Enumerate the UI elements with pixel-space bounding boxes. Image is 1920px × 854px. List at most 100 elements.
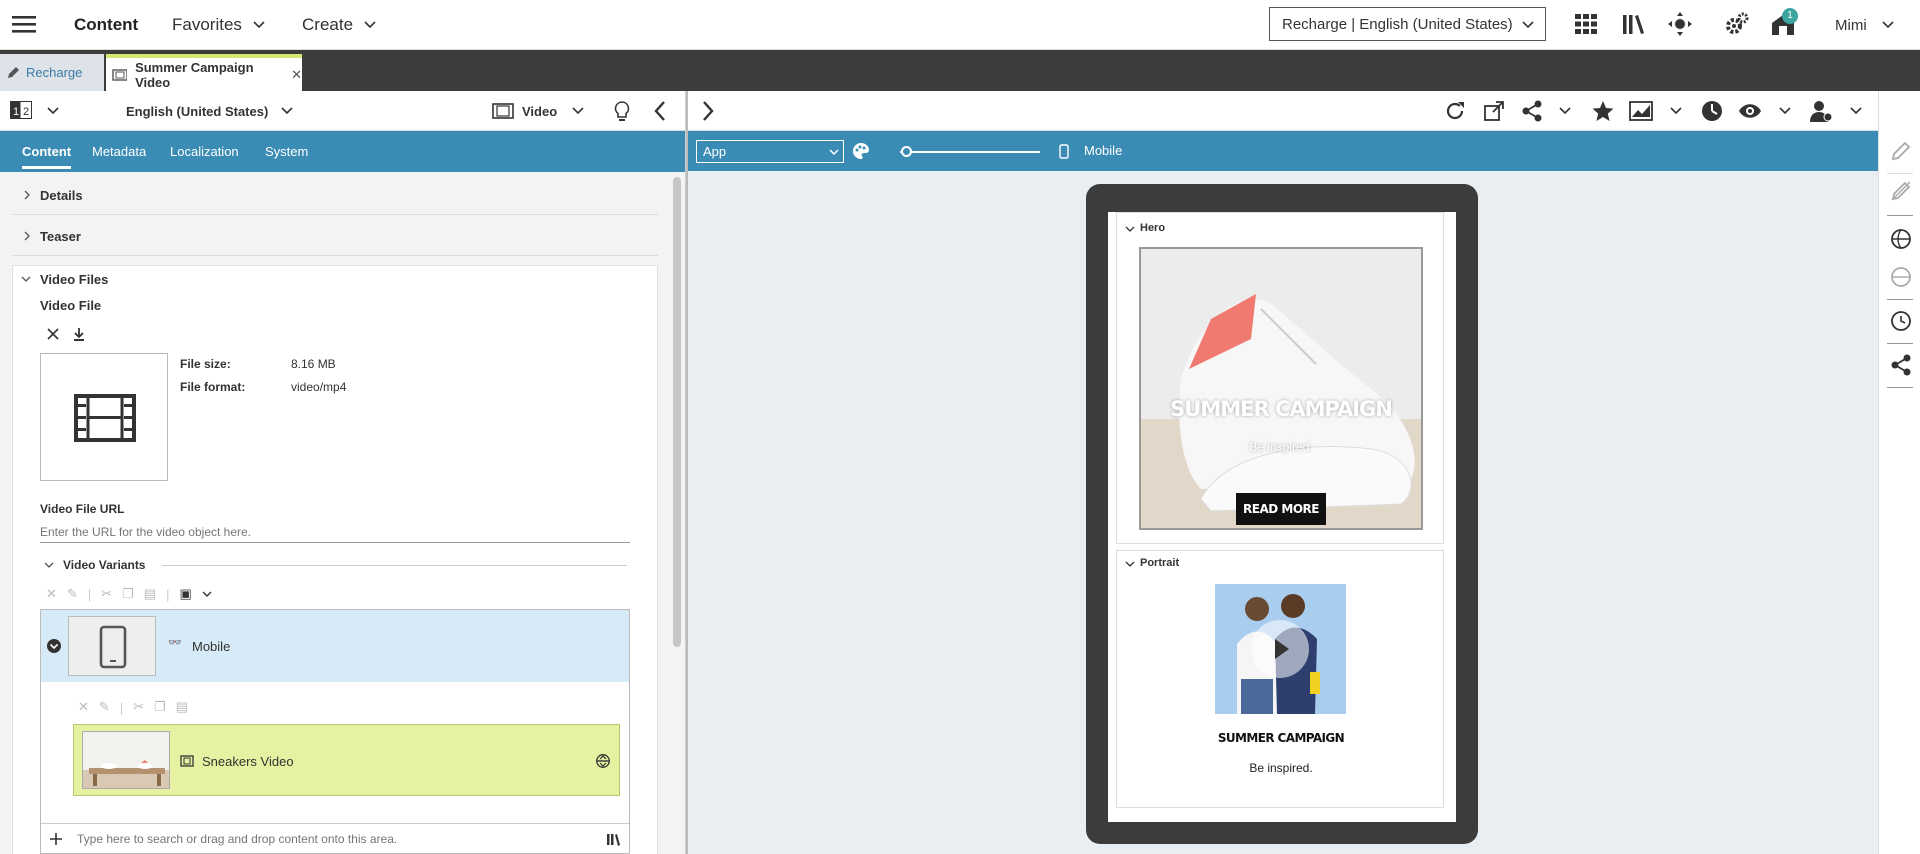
cut-icon[interactable]: ✂ (101, 586, 112, 602)
chevron-down-icon[interactable] (1558, 104, 1572, 118)
expand-circle-icon[interactable] (596, 754, 610, 768)
publish-globe-icon[interactable] (1889, 227, 1913, 251)
edit-icon[interactable]: ✎ (67, 586, 78, 602)
hamburger-menu-icon[interactable] (12, 14, 36, 34)
user-menu[interactable]: Mimi (1835, 0, 1895, 50)
add-icon[interactable] (49, 832, 63, 846)
remove-file-icon[interactable] (46, 327, 60, 341)
target-move-icon[interactable] (1668, 12, 1692, 36)
chevron-right-icon[interactable] (22, 231, 32, 241)
read-more-button[interactable]: READ MORE (1236, 493, 1326, 525)
edit-icon[interactable]: ✎ (99, 699, 110, 715)
doc-type-selector[interactable]: Video (492, 91, 585, 131)
time-clock-icon[interactable] (1701, 100, 1723, 122)
panel-splitter[interactable] (686, 91, 688, 854)
chevron-down-icon (1522, 21, 1534, 29)
lightbulb-icon[interactable] (612, 100, 632, 122)
locale-selector[interactable]: English (United States) (126, 91, 294, 131)
palette-icon[interactable] (852, 142, 870, 160)
chevron-down-icon[interactable] (202, 589, 212, 599)
play-button[interactable] (1251, 620, 1309, 678)
share-icon[interactable] (1889, 353, 1913, 377)
sneakers-image (83, 732, 169, 788)
chevron-down-icon[interactable] (1669, 104, 1683, 118)
copy-icon[interactable]: ❐ (122, 586, 134, 602)
download-icon[interactable] (72, 327, 86, 341)
favorites-menu[interactable]: Favorites (172, 0, 266, 50)
favorite-star-icon[interactable] (1592, 100, 1614, 122)
tab-localization[interactable]: Localization (170, 131, 239, 172)
section-details[interactable]: Details (40, 188, 83, 203)
preview-eye-icon[interactable] (1738, 102, 1762, 120)
preview-type-select[interactable]: App (696, 140, 844, 163)
portrait-subtitle: Be inspired. (1249, 761, 1313, 775)
copy-icon[interactable]: ❐ (154, 699, 166, 715)
zoom-slider-track[interactable] (900, 151, 1040, 153)
tab-metadata[interactable]: Metadata (92, 131, 146, 172)
share-icon[interactable] (1521, 100, 1543, 122)
delete-icon[interactable]: ✕ (78, 699, 89, 715)
delete-icon[interactable]: ✕ (46, 586, 57, 602)
chevron-down-icon[interactable] (1778, 104, 1792, 118)
chevron-down-icon[interactable] (21, 274, 31, 284)
site-selector-label: Recharge | English (United States) (1282, 15, 1513, 33)
section-video-files[interactable]: Video Files (40, 272, 108, 287)
open-external-icon[interactable] (1483, 100, 1505, 122)
library-icon[interactable] (1622, 12, 1646, 36)
mobile-thumbnail (68, 616, 156, 676)
cut-icon[interactable]: ✂ (133, 699, 144, 715)
approve-edit-icon[interactable] (1889, 139, 1913, 163)
expand-right-icon[interactable] (700, 100, 716, 122)
hero-image[interactable]: SUMMER CAMPAIGN Be inspired. READ MORE (1139, 247, 1423, 530)
close-tab-icon[interactable]: ✕ (291, 67, 302, 83)
video-url-input[interactable] (40, 521, 630, 543)
section-teaser[interactable]: Teaser (40, 229, 81, 244)
reload-icon[interactable] (1444, 100, 1466, 122)
form-scrollbar-track[interactable] (671, 173, 683, 854)
tab-summer-campaign-video[interactable]: Summer Campaign Video ✕ (106, 54, 302, 91)
form-scrollbar-thumb[interactable] (673, 177, 681, 647)
portrait-label: Portrait (1140, 557, 1180, 569)
variant-row-mobile[interactable]: 👓 Mobile (41, 610, 629, 682)
chevron-down-icon[interactable] (44, 560, 54, 570)
tab-content[interactable]: Content (22, 131, 72, 169)
library-icon[interactable] (606, 832, 620, 846)
chevron-down-icon[interactable] (46, 104, 60, 118)
portrait-title: SUMMER CAMPAIGN (1217, 731, 1345, 745)
publish-schedule-icon[interactable] (1889, 309, 1913, 333)
paste-special-icon[interactable]: ▣ (179, 586, 191, 602)
video-file-thumbnail[interactable] (40, 353, 168, 481)
divider (12, 255, 658, 256)
paste-icon[interactable]: ▤ (144, 586, 156, 602)
separator: | (87, 586, 92, 602)
drop-search-input[interactable] (77, 828, 577, 850)
analytics-chart-icon[interactable] (1629, 100, 1653, 122)
video-file-icon (112, 68, 128, 81)
collapse-circle-icon[interactable] (47, 639, 61, 653)
tab-recharge[interactable]: Recharge (0, 54, 104, 91)
apps-grid-icon[interactable] (1574, 12, 1598, 36)
unpublish-globe-icon[interactable] (1889, 265, 1913, 289)
split-view-icon[interactable]: 12 (10, 101, 32, 119)
section-video-variants[interactable]: Video Variants (63, 558, 145, 572)
chevron-down-icon (572, 107, 584, 115)
chevron-right-icon[interactable] (22, 190, 32, 200)
tab-system[interactable]: System (265, 131, 308, 172)
collapse-left-icon[interactable] (652, 100, 668, 122)
separator: | (166, 586, 170, 602)
chevron-down-icon[interactable] (1849, 104, 1863, 118)
persona-user-icon[interactable] (1810, 100, 1832, 122)
variant-row-sneakers[interactable]: Sneakers Video (73, 724, 620, 796)
create-menu[interactable]: Create (302, 0, 377, 50)
create-label: Create (302, 15, 354, 34)
zoom-slider-handle[interactable] (901, 146, 912, 157)
chevron-down-icon[interactable] (1125, 559, 1135, 569)
site-selector[interactable]: Recharge | English (United States) (1269, 7, 1546, 41)
settings-gear-icon[interactable] (1724, 11, 1750, 37)
portrait-image[interactable] (1215, 584, 1346, 714)
paste-icon[interactable]: ▤ (176, 699, 188, 715)
variant-sneakers-label: Sneakers Video (202, 754, 294, 769)
chevron-down-icon[interactable] (1125, 224, 1135, 234)
edit-disabled-icon[interactable] (1889, 179, 1913, 203)
mobile-device-icon (1059, 144, 1069, 159)
